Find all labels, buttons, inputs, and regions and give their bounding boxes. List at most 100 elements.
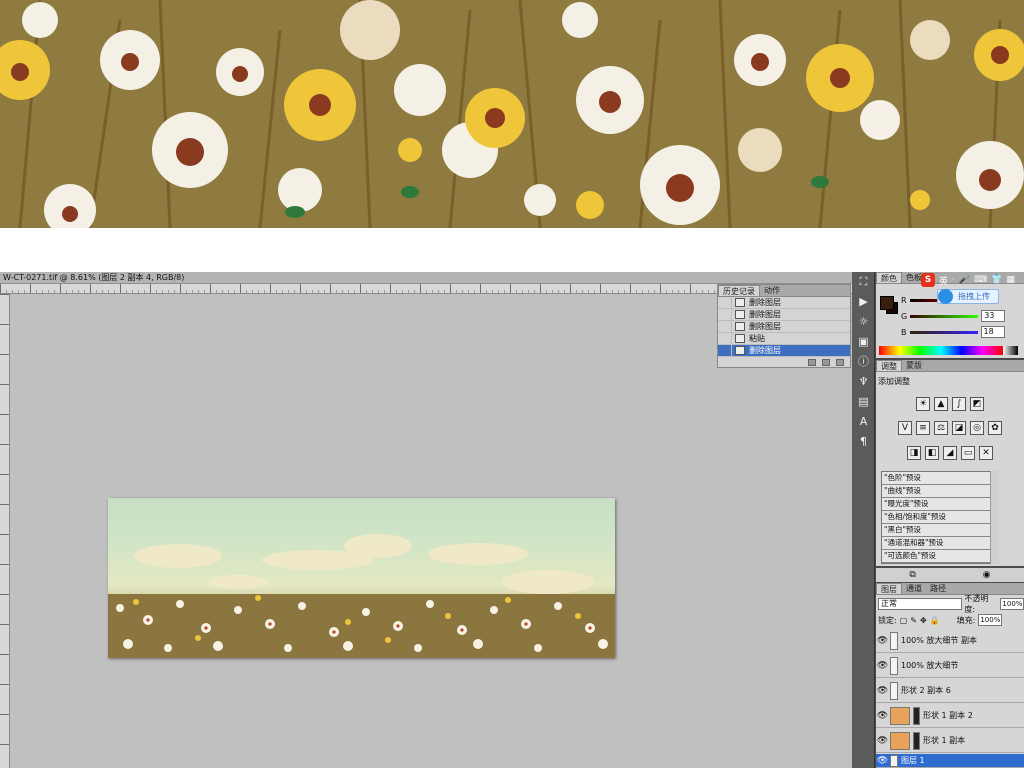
gradient-map-icon[interactable]: ▭ [961, 446, 975, 460]
adjust-icon[interactable]: ☼ [852, 312, 875, 332]
clip-layer-icon[interactable]: ⧉ [909, 570, 915, 580]
preset-item[interactable]: "曝光度"预设 [882, 498, 998, 511]
tab-masks[interactable]: 蒙版 [902, 360, 926, 371]
channel-mixer-icon[interactable]: ✿ [988, 421, 1002, 435]
paragraph-icon[interactable]: ¶ [852, 432, 875, 452]
lock-pixels-icon[interactable]: ✎ [910, 616, 917, 625]
preset-item[interactable]: "色相/饱和度"预设 [882, 511, 998, 524]
eye-icon[interactable]: 👁 [876, 736, 889, 746]
history-item-selected[interactable]: 删除图层 [718, 344, 850, 357]
color-spectrum[interactable] [879, 346, 1003, 355]
layer-row[interactable]: 👁 形状 1 副本 2 [876, 704, 1024, 728]
cloud-upload-icon[interactable] [938, 289, 953, 304]
history-brush-slot[interactable] [718, 320, 732, 333]
tab-layers[interactable]: 图层 [876, 583, 902, 594]
blend-mode-select[interactable]: 正常 [878, 598, 963, 610]
preset-item[interactable]: "通道混和器"预设 [882, 537, 998, 550]
clone-source-icon[interactable]: ♆ [852, 372, 875, 392]
punctuation-icon[interactable]: · [952, 275, 955, 285]
eye-icon[interactable]: 👁 [876, 636, 889, 646]
document-canvas[interactable] [108, 498, 615, 658]
blue-value-input[interactable]: 18 [980, 326, 1005, 338]
fill-input[interactable]: 100% [978, 614, 1003, 626]
presets-scrollbar[interactable] [990, 471, 999, 564]
eye-icon[interactable]: 👁 [876, 661, 889, 671]
layer-row[interactable]: 👁 100% 放大细节 [876, 654, 1024, 678]
grayscale-ramp[interactable] [1003, 346, 1018, 355]
keyboard-icon[interactable]: ⌨ [974, 275, 987, 285]
tab-actions[interactable]: 动作 [760, 285, 784, 296]
green-value-input[interactable]: 33 [981, 310, 1006, 322]
history-state-icon [735, 346, 745, 355]
trash-icon[interactable] [836, 358, 844, 366]
tab-adjustments[interactable]: 调整 [876, 360, 902, 371]
history-brush-slot[interactable] [718, 308, 732, 321]
character-icon[interactable]: A [852, 412, 875, 432]
skin-icon[interactable]: 👕 [991, 275, 1002, 285]
lock-position-icon[interactable]: ✥ [920, 616, 927, 625]
grid-icon[interactable]: ▦ [1006, 275, 1015, 285]
navigator-icon[interactable]: ⛶ [852, 272, 875, 292]
layer-row[interactable]: 👁 形状 2 副本 6 [876, 679, 1024, 703]
layer-name: 形状 1 副本 2 [923, 711, 973, 720]
visibility-toggle-icon[interactable]: ◉ [983, 570, 991, 580]
history-brush-slot[interactable] [718, 332, 732, 345]
invert-icon[interactable]: ◨ [907, 446, 921, 460]
eye-icon[interactable]: 👁 [876, 756, 889, 766]
ime-language-toggle[interactable]: 英 [939, 274, 948, 287]
history-state-icon [735, 334, 745, 343]
image-icon[interactable]: ▣ [852, 332, 875, 352]
history-item[interactable]: 删除图层 [718, 308, 850, 321]
tool-presets-icon[interactable]: ▤ [852, 392, 875, 412]
opacity-input[interactable]: 100% [1000, 598, 1024, 610]
tab-channels[interactable]: 通道 [902, 583, 926, 594]
page-gap [0, 228, 1024, 272]
photo-filter-icon[interactable]: ◎ [970, 421, 984, 435]
eye-icon[interactable]: 👁 [876, 711, 889, 721]
info-icon[interactable]: ⓘ [852, 352, 875, 372]
tab-color[interactable]: 颜色 [876, 272, 902, 283]
levels-icon[interactable]: ▲ [934, 397, 948, 411]
lock-transparency-icon[interactable]: ▢ [900, 616, 908, 625]
threshold-icon[interactable]: ◢ [943, 446, 957, 460]
new-snapshot-icon[interactable] [822, 358, 830, 366]
curves-icon[interactable]: ∫ [952, 397, 966, 411]
vibrance-icon[interactable]: V [898, 421, 912, 435]
history-brush-slot[interactable] [718, 296, 732, 309]
tab-history[interactable]: 历史记录 [718, 285, 760, 296]
preset-item[interactable]: "色阶"预设 [882, 472, 998, 485]
new-document-icon[interactable] [808, 358, 816, 366]
vertical-ruler[interactable] [0, 294, 10, 768]
black-white-icon[interactable]: ◪ [952, 421, 966, 435]
lock-all-icon[interactable]: 🔒 [930, 616, 940, 625]
hue-saturation-icon[interactable]: ≡ [916, 421, 930, 435]
posterize-icon[interactable]: ◧ [925, 446, 939, 460]
layer-row-selected[interactable]: 👁 图层 1 [876, 754, 1024, 768]
layer-thumbnail [890, 656, 898, 675]
exposure-icon[interactable]: ◩ [970, 397, 984, 411]
play-icon[interactable]: ▶ [852, 292, 875, 312]
brightness-icon[interactable]: ☀ [916, 397, 930, 411]
document-tab[interactable]: W-CT-0271.tif @ 8.61% (图层 2 副本 4, RGB/8) [0, 272, 852, 284]
layer-thumbnail [890, 731, 910, 750]
history-item[interactable]: 删除图层 [718, 296, 850, 309]
layer-thumbnail [890, 706, 910, 725]
ime-logo-icon[interactable]: S [921, 273, 935, 287]
foreground-color-swatch[interactable] [880, 296, 894, 310]
history-item[interactable]: 粘贴 [718, 332, 850, 345]
eye-icon[interactable]: 👁 [876, 686, 889, 696]
vector-mask-thumbnail [913, 731, 920, 750]
blue-slider[interactable] [909, 330, 978, 334]
green-slider[interactable] [910, 314, 979, 318]
preset-item[interactable]: "可选颜色"预设 [882, 550, 998, 563]
tab-paths[interactable]: 路径 [926, 583, 950, 594]
preset-item[interactable]: "曲线"预设 [882, 485, 998, 498]
layer-row[interactable]: 👁 100% 放大细节 副本 [876, 629, 1024, 653]
history-brush-slot[interactable] [718, 344, 732, 357]
preset-item[interactable]: "黑白"预设 [882, 524, 998, 537]
layer-row[interactable]: 👁 形状 1 副本 [876, 729, 1024, 753]
color-balance-icon[interactable]: ⚖ [934, 421, 948, 435]
history-item[interactable]: 删除图层 [718, 320, 850, 333]
selective-color-icon[interactable]: ✕ [979, 446, 993, 460]
microphone-icon[interactable]: 🎤 [959, 275, 970, 285]
